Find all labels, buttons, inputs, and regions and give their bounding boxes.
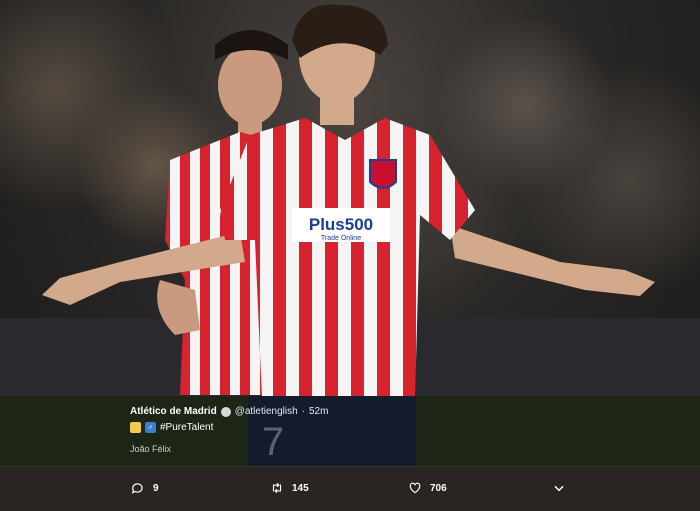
tweet-media-view: Plus500 Trade Online 7 Atlético de Madri…: [0, 0, 700, 511]
tweet-text: ♂ #PureTalent: [130, 422, 213, 433]
retweet-icon: [272, 482, 282, 494]
retweet-button[interactable]: 145: [270, 481, 309, 495]
reply-icon: [131, 483, 143, 494]
reply-button[interactable]: 9: [131, 481, 159, 495]
tweet-caption: João Félix: [130, 444, 172, 454]
tweet-actions-bar: [0, 467, 700, 511]
tweet-header: Atlético de Madrid @atletienglish · 52m: [130, 406, 328, 417]
tweet-overlay: [0, 396, 700, 466]
verified-badge-icon: [220, 406, 231, 417]
author-name[interactable]: Atlético de Madrid: [130, 406, 217, 417]
shirt-sponsor-sub: Trade Online: [321, 235, 361, 242]
heart-icon: [409, 482, 421, 494]
retweet-count: 145: [292, 482, 309, 494]
chevron-down-icon: [554, 485, 564, 492]
author-handle[interactable]: @atletienglish: [235, 406, 298, 417]
like-button[interactable]: 706: [408, 481, 447, 495]
male-sign-emoji-icon: ♂: [145, 422, 156, 433]
more-options-button[interactable]: [552, 481, 566, 495]
person-emoji-icon: [130, 422, 141, 433]
hashtag-link[interactable]: #PureTalent: [160, 422, 213, 433]
separator: ·: [301, 406, 305, 417]
like-count: 706: [430, 482, 447, 494]
tweet-time[interactable]: 52m: [309, 406, 328, 417]
reply-count: 9: [153, 482, 159, 494]
shirt-sponsor: Plus500: [309, 215, 373, 234]
